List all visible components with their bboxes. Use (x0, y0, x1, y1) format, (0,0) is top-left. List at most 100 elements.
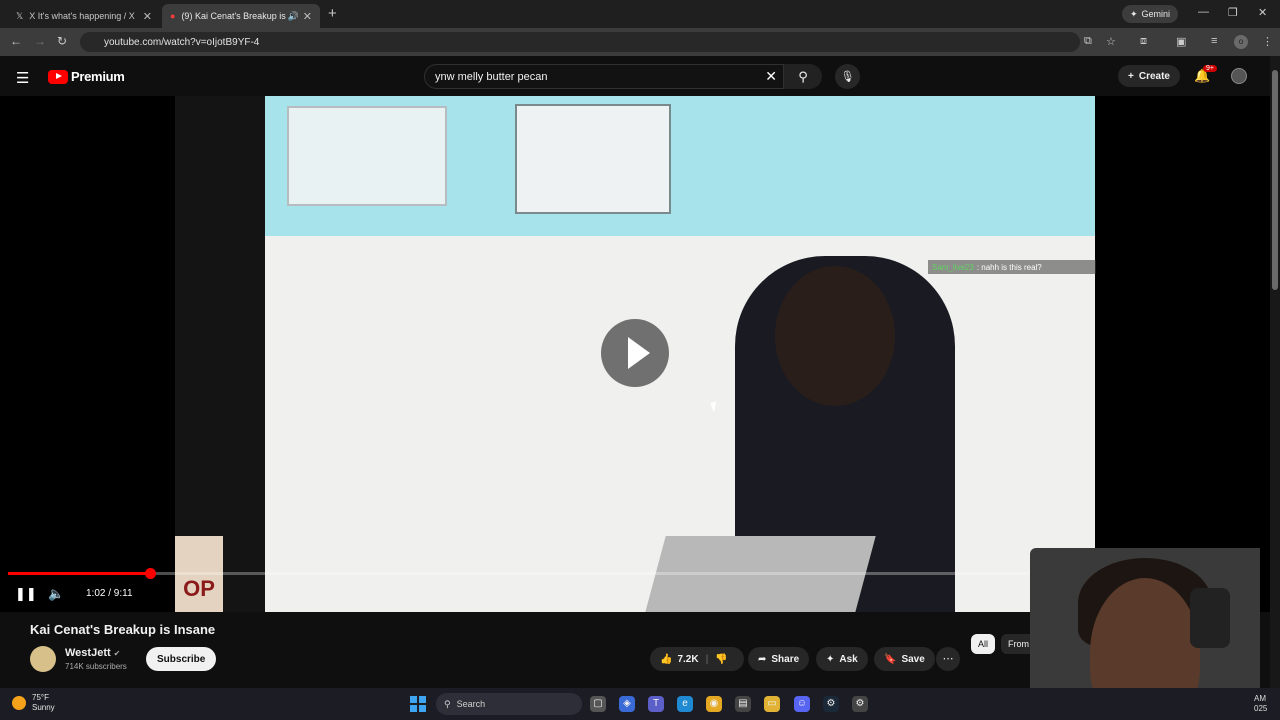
like-count[interactable]: 7.2K (677, 654, 698, 665)
car-picture-2 (515, 104, 671, 214)
voice-search-button[interactable]: 🎙 (835, 64, 860, 89)
progress-scrubber[interactable] (144, 568, 156, 579)
hamburger-menu-icon[interactable]: ☰ (16, 69, 29, 87)
verified-icon: ✔ (113, 649, 121, 658)
extensions-icon[interactable]: ⧈ (1140, 35, 1147, 48)
file-explorer-icon[interactable]: ▭ (764, 696, 780, 712)
share-button[interactable]: ➦ Share (748, 647, 810, 671)
minimize-button[interactable]: — (1198, 6, 1209, 18)
subscribe-button[interactable]: Subscribe (146, 647, 217, 671)
progress-bar[interactable] (8, 568, 1098, 579)
tab-title: X It's what's happening / X (29, 11, 135, 21)
car-picture-1 (287, 106, 447, 206)
restore-button[interactable]: ❐ (1228, 6, 1238, 19)
taskbar-search-label: Search (456, 699, 486, 709)
create-label: Create (1138, 70, 1170, 82)
time-display: 1:02 / 9:11 (86, 588, 133, 599)
new-tab-button[interactable]: + (328, 5, 337, 22)
x-logo-icon: 𝕏 (16, 10, 24, 21)
address-field[interactable]: youtube.com/watch?v=oIjotB9YF-4 (80, 32, 1080, 52)
channel-avatar[interactable] (30, 646, 56, 672)
taskbar-search[interactable]: ⚲ Search (436, 693, 582, 715)
chrome-icon[interactable]: ◉ (706, 696, 722, 712)
task-view-icon[interactable]: ▢ (590, 696, 606, 712)
ask-label: Ask (839, 653, 858, 665)
progress-fill (8, 572, 150, 575)
scrollbar-thumb[interactable] (1272, 70, 1278, 290)
search-button[interactable]: ⚲ (784, 64, 822, 89)
close-icon[interactable]: ✕ (303, 10, 312, 23)
chat-user: Sam_live23 (932, 262, 974, 272)
search-icon: ⚲ (444, 698, 451, 709)
store-icon[interactable]: ▤ (735, 696, 751, 712)
sparkle-icon: ✦ (826, 653, 835, 665)
discord-icon[interactable]: ☺ (794, 696, 810, 712)
speaker-icon[interactable]: 🔊 (288, 11, 299, 22)
system-clock[interactable]: AM 025 (1254, 694, 1267, 714)
forward-button[interactable]: → (34, 34, 46, 48)
back-button[interactable]: ← (10, 34, 22, 48)
weather-text: 75°F Sunny (32, 693, 55, 713)
video-title: Kai Cenat's Breakup is Insane (30, 622, 216, 637)
copilot-icon[interactable]: ◈ (619, 696, 635, 712)
microphone-icon: 🎙 (840, 71, 855, 83)
search-input[interactable]: ynw melly butter pecan ✕ (424, 64, 784, 89)
like-dislike-group: 👍 7.2K | 👎 (650, 647, 744, 671)
clear-search-icon[interactable]: ✕ (765, 68, 777, 85)
channel-name[interactable]: WestJett ✔ (65, 647, 120, 659)
volume-icon[interactable]: 🔈 (48, 586, 64, 602)
windows-start-icon[interactable] (410, 696, 426, 712)
profile-avatar[interactable]: o (1234, 35, 1248, 49)
bookmark-icon: 🔖 (884, 653, 897, 665)
tab-x[interactable]: 𝕏 X It's what's happening / X ✕ (8, 4, 160, 28)
install-icon[interactable]: ⧉ (1084, 35, 1092, 48)
reload-button[interactable]: ↻ (57, 34, 67, 48)
page-scrollbar[interactable] (1270, 56, 1280, 688)
side-panel-icon[interactable]: ▣ (1176, 35, 1186, 48)
clock-time: AM (1254, 694, 1266, 703)
big-play-button[interactable] (601, 319, 669, 387)
pause-icon[interactable]: ❚❚ (15, 586, 37, 602)
thumbs-down-icon[interactable]: 👎 (715, 654, 727, 665)
bookmark-star-icon[interactable]: ☆ (1106, 35, 1116, 48)
windows-taskbar: 75°F Sunny ⚲ Search ▢ ◈ T e ◉ ▤ ▭ ☺ ⚙ ⚙ … (0, 688, 1280, 720)
steam-icon[interactable]: ⚙ (823, 696, 839, 712)
media-control-icon[interactable]: ≡ (1211, 35, 1217, 47)
recommendation-chips: All From (971, 634, 1037, 654)
ask-button[interactable]: ✦ Ask (816, 647, 868, 671)
webcam-headset (1190, 588, 1230, 648)
edge-icon[interactable]: e (677, 696, 693, 712)
close-icon[interactable]: ✕ (143, 10, 152, 23)
tab-youtube[interactable]: ● (9) Kai Cenat's Breakup is In 🔊 ✕ (162, 4, 320, 28)
weather-widget[interactable]: 75°F Sunny (12, 693, 55, 713)
chat-overlay-message: Sam_live23 : nahh is this real? (928, 260, 1096, 274)
save-label: Save (901, 653, 925, 665)
gemini-button[interactable]: ✦ Gemini (1122, 5, 1179, 23)
share-label: Share (771, 653, 800, 665)
chip-all[interactable]: All (971, 634, 996, 654)
subscriber-count: 714K subscribers (65, 662, 127, 671)
create-button[interactable]: + Create (1118, 65, 1180, 87)
search-value: ynw melly butter pecan (435, 70, 548, 83)
youtube-logo[interactable]: Premium (48, 69, 125, 84)
clock-date: 025 (1254, 704, 1268, 713)
sun-icon (12, 696, 26, 710)
person-head (775, 266, 895, 406)
youtube-header: ☰ Premium ynw melly butter pecan ✕ ⚲ 🎙 +… (0, 56, 1280, 96)
search-icon: ⚲ (798, 68, 808, 84)
youtube-favicon-icon: ● (170, 11, 176, 21)
notification-badge: 9+ (1203, 65, 1217, 72)
close-window-button[interactable]: ✕ (1258, 6, 1267, 19)
sparkle-icon: ✦ (1130, 8, 1138, 19)
teams-icon[interactable]: T (648, 696, 664, 712)
thumbs-up-icon[interactable]: 👍 (660, 654, 672, 665)
save-button[interactable]: 🔖 Save (874, 647, 935, 671)
more-actions-button[interactable]: ⋯ (936, 647, 960, 671)
menu-kebab-icon[interactable]: ⋮ (1262, 35, 1273, 48)
weather-condition: Sunny (32, 703, 55, 712)
account-avatar[interactable] (1231, 68, 1247, 84)
browser-tab-bar: 𝕏 X It's what's happening / X ✕ ● (9) Ka… (0, 0, 1280, 28)
settings-icon[interactable]: ⚙ (852, 696, 868, 712)
temperature: 75°F (32, 693, 49, 702)
video-player[interactable]: OP Sam_live23 : nahh is this real? ❚❚ 🔈 … (0, 96, 1270, 612)
